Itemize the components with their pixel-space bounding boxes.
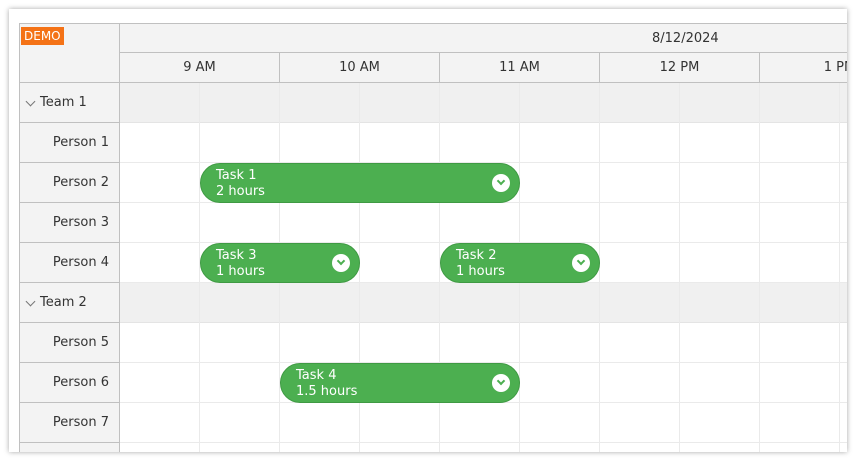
resource-row-header: Person 4 [19, 243, 120, 283]
resource-row-header: Person 7 [19, 403, 120, 443]
resource-row[interactable] [120, 123, 847, 163]
resource-label: Person 3 [52, 215, 109, 230]
chevron-down-icon[interactable] [492, 374, 510, 392]
resource-label: Person 5 [52, 335, 109, 350]
event-task-1[interactable]: Task 1 2 hours [200, 163, 520, 203]
event-title: Task 2 [456, 248, 497, 263]
hour-header-cell: 1 PM [760, 53, 847, 82]
demo-badge: DEMO [21, 27, 64, 45]
resource-row-header: Person 6 [19, 363, 120, 403]
header-corner: DEMO [19, 23, 120, 83]
group-row [120, 283, 847, 323]
chevron-down-icon[interactable] [492, 174, 510, 192]
event-duration: 1 hours [456, 264, 505, 279]
resource-row[interactable] [120, 203, 847, 243]
group-label: Team 1 [40, 95, 87, 110]
resource-row[interactable] [120, 403, 847, 443]
event-duration: 1.5 hours [296, 384, 358, 399]
resource-label: Person 7 [52, 415, 109, 430]
group-label: Team 2 [40, 295, 87, 310]
chevron-down-icon[interactable] [25, 96, 36, 107]
group-row-header[interactable]: Team 1 [19, 83, 120, 123]
scheduler-frame: DEMO 8/12/2024 9 AM 10 AM 11 AM 12 PM 1 … [9, 9, 847, 452]
resource-label: Person 2 [52, 175, 109, 190]
group-row [120, 83, 847, 123]
event-task-3[interactable]: Task 3 1 hours [200, 243, 360, 283]
scheduler: DEMO 8/12/2024 9 AM 10 AM 11 AM 12 PM 1 … [19, 23, 847, 452]
date-header: 8/12/2024 [120, 23, 847, 53]
resource-row-header: Person 5 [19, 323, 120, 363]
hour-header-cell: 9 AM [120, 53, 280, 82]
event-task-4[interactable]: Task 4 1.5 hours [280, 363, 520, 403]
chevron-down-icon[interactable] [25, 296, 36, 307]
resource-row-header: Person 1 [19, 123, 120, 163]
resource-label: Person 6 [52, 375, 109, 390]
resource-label: Person 1 [52, 135, 109, 150]
hour-header: 9 AM 10 AM 11 AM 12 PM 1 PM [120, 53, 847, 83]
resource-row-header: Person 2 [19, 163, 120, 203]
resource-row-header [19, 443, 120, 452]
group-row-header[interactable]: Team 2 [19, 283, 120, 323]
event-title: Task 3 [216, 248, 257, 263]
resource-row-header: Person 3 [19, 203, 120, 243]
event-title: Task 1 [216, 168, 257, 183]
chevron-down-icon[interactable] [332, 254, 350, 272]
hour-header-cell: 11 AM [440, 53, 600, 82]
chevron-down-icon[interactable] [572, 254, 590, 272]
resource-row[interactable] [120, 323, 847, 363]
hour-header-cell: 10 AM [280, 53, 440, 82]
event-duration: 1 hours [216, 264, 265, 279]
event-duration: 2 hours [216, 184, 265, 199]
hour-header-cell: 12 PM [600, 53, 760, 82]
date-header-label: 8/12/2024 [652, 31, 719, 46]
event-task-2[interactable]: Task 2 1 hours [440, 243, 600, 283]
event-title: Task 4 [296, 368, 337, 383]
resource-label: Person 4 [52, 255, 109, 270]
